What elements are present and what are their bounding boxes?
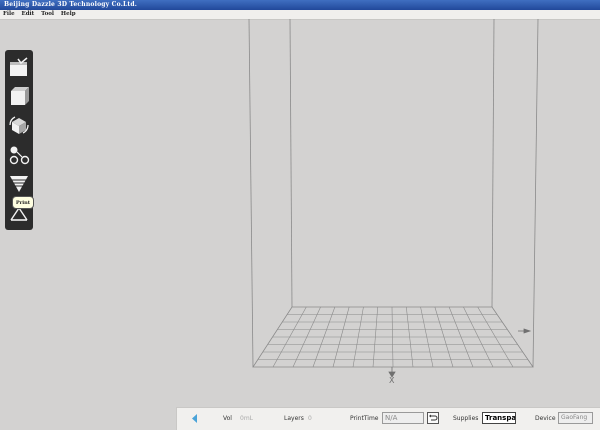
supplies-value: Transparent — [485, 414, 516, 422]
front-right-edge — [532, 18, 539, 368]
device-field[interactable]: GaoFang — [558, 412, 593, 424]
tooltip-text: Print — [15, 200, 31, 206]
back-left-edge — [289, 18, 293, 308]
x-axis-label: X — [389, 376, 395, 385]
supplies-label: Supplies — [453, 415, 479, 422]
vol-label: Vol — [223, 415, 232, 422]
support-structure-icon[interactable] — [7, 143, 31, 167]
cube-icon[interactable] — [7, 84, 31, 108]
undo-icon — [429, 414, 438, 421]
layers-label: Layers — [284, 415, 304, 422]
back-right-edge — [491, 18, 495, 308]
slice-layers-icon[interactable] — [7, 172, 31, 196]
reset-button[interactable] — [427, 412, 439, 424]
status-bar: Vol 0mL Layers 0 PrintTime N/A Supplies … — [176, 407, 600, 430]
build-plate-grid — [257, 306, 528, 368]
layers-value: 0 — [308, 415, 312, 422]
supplies-field[interactable]: Transparent — [482, 412, 516, 424]
rotate-model-icon[interactable] — [7, 113, 31, 137]
vol-value: 0mL — [240, 415, 254, 422]
printtime-label: PrintTime — [350, 415, 379, 422]
front-left-edge — [248, 18, 254, 368]
collapse-arrow-icon[interactable] — [191, 414, 199, 423]
print-tooltip: Print — [12, 196, 34, 209]
device-value: GaoFang — [561, 414, 588, 421]
device-label: Device — [535, 415, 556, 422]
printtime-value: N/A — [385, 414, 398, 422]
open-file-icon[interactable] — [7, 56, 31, 80]
printtime-field[interactable]: N/A — [382, 412, 424, 424]
build-volume-viewport[interactable]: X — [0, 0, 600, 407]
y-axis-arrow — [523, 328, 532, 334]
